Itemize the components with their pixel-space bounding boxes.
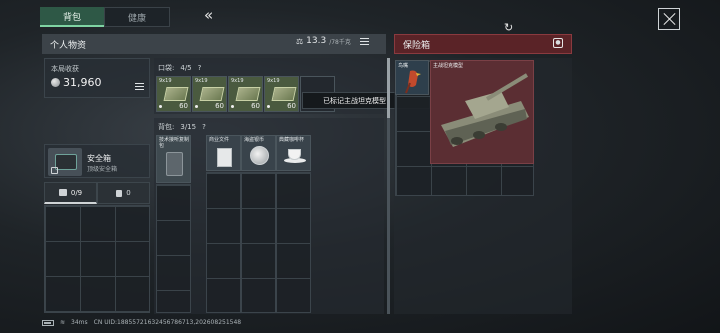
- coin-icon: [51, 78, 60, 87]
- backpack-item[interactable]: 典藏咖啡杯: [276, 135, 311, 171]
- ammo-box-icon: [199, 87, 225, 101]
- secure-container-name: 安全箱: [87, 154, 111, 163]
- collapse-chevron-icon[interactable]: «: [204, 6, 213, 24]
- item-name: 9x19: [267, 78, 280, 84]
- safe-box-item[interactable]: 鸟嘴: [395, 60, 429, 95]
- scrollbar-thumb[interactable]: [387, 58, 390, 118]
- personal-supplies-title: 个人物资: [50, 40, 87, 51]
- cup-body-icon: [288, 149, 301, 160]
- income-menu-icon[interactable]: [135, 83, 144, 90]
- ping-value: 34ms: [71, 319, 88, 326]
- item-qty: 60: [287, 102, 296, 110]
- safe-box-header: 保险箱: [394, 34, 572, 54]
- tab-health[interactable]: 健康: [104, 7, 170, 27]
- backpack-column[interactable]: [241, 172, 276, 313]
- pocket-label: 口袋:: [158, 64, 175, 72]
- scrollbar[interactable]: [387, 58, 390, 314]
- top-tabs: 背包 健康: [40, 7, 170, 27]
- tank-model-icon: [441, 73, 529, 147]
- income-value: 31,960: [63, 76, 102, 89]
- weight-max: /78千克: [329, 38, 351, 46]
- container-tab-case[interactable]: 0/9: [44, 182, 97, 204]
- weight-icon: ⚖: [296, 36, 304, 46]
- pocket-slot[interactable]: 9x19 60: [264, 76, 299, 112]
- item-name: 9x19: [231, 78, 244, 84]
- pocket-count: 4/5: [180, 64, 192, 72]
- ammo-box-icon: [271, 87, 297, 101]
- safe-box-icon: [48, 148, 82, 176]
- safe-box-title: 保险箱: [403, 40, 431, 51]
- status-bar: ≋ 34ms CN UID:18855721632456786713,20260…: [42, 319, 241, 326]
- ammo-box-icon: [235, 87, 261, 101]
- pocket-label-row: 口袋: 4/5 ?: [158, 63, 201, 73]
- backpack-column[interactable]: [156, 184, 191, 313]
- pocket-help-icon[interactable]: ?: [198, 64, 202, 72]
- item-name: 海盗银币: [244, 137, 265, 143]
- item-name: 商业文件: [209, 137, 230, 143]
- income-panel: 本局收获 31,960: [44, 58, 150, 98]
- item-qty: 60: [215, 102, 224, 110]
- trash-icon: [116, 189, 123, 197]
- item-qty: 60: [251, 102, 260, 110]
- container-tab-trash[interactable]: 0: [97, 182, 150, 204]
- pocket-slot[interactable]: 9x19 60: [192, 76, 227, 112]
- weight-value: 13.3: [306, 36, 327, 46]
- pocket-slot[interactable]: 9x19 60: [228, 76, 263, 112]
- marker-dot-icon: [231, 105, 234, 108]
- ammo-box-icon: [163, 87, 189, 101]
- refresh-icon[interactable]: ↻: [504, 21, 513, 34]
- item-qty: 60: [179, 102, 188, 110]
- case-count: 0/9: [70, 188, 83, 197]
- secure-container-slot[interactable]: 安全箱 顶级安全箱: [44, 144, 150, 178]
- backpack-help-icon[interactable]: ?: [202, 123, 206, 131]
- marker-dot-icon: [195, 105, 198, 108]
- backpack-item[interactable]: 海盗银币: [241, 135, 276, 171]
- backpack-item[interactable]: 商业文件: [206, 135, 241, 171]
- briefcase-icon: [58, 189, 67, 196]
- close-button[interactable]: [658, 8, 680, 30]
- list-menu-icon[interactable]: [359, 37, 369, 45]
- wifi-icon: ≋: [60, 319, 66, 326]
- income-label: 本局收获: [51, 65, 79, 73]
- battery-icon: [42, 319, 54, 326]
- document-icon: [217, 148, 232, 167]
- backpack-item[interactable]: 技术接听复制包: [156, 135, 191, 183]
- marker-dot-icon: [267, 105, 270, 108]
- secure-container-grade: 顶级安全箱: [87, 166, 118, 173]
- item-name: 典藏咖啡杯: [279, 137, 305, 143]
- safe-box-item[interactable]: 主战坦克模型: [430, 60, 534, 164]
- container-tabs: 0/9 0: [44, 182, 150, 204]
- uid-text: CN UID:18855721632456786713,202608251548: [93, 319, 242, 326]
- tab-backpack[interactable]: 背包: [40, 7, 104, 27]
- item-name: 9x19: [195, 78, 208, 84]
- lock-icon[interactable]: ●: [553, 38, 563, 48]
- item-name: 技术接听复制包: [159, 137, 190, 149]
- income-value-row: 31,960: [51, 76, 102, 89]
- marker-dot-icon: [159, 105, 162, 108]
- weight-indicator: ⚖ 13.3 /78千克: [296, 36, 369, 46]
- backpack-column[interactable]: [276, 172, 311, 313]
- device-icon: [166, 152, 183, 176]
- secure-container-grid[interactable]: [44, 205, 150, 313]
- parrot-icon: [405, 70, 421, 94]
- coin-item-icon: [250, 146, 269, 165]
- backpack-label-row: 背包: 3/15 ?: [158, 122, 206, 132]
- item-name: 9x19: [159, 78, 172, 84]
- pocket-slot[interactable]: 9x19 60: [156, 76, 191, 112]
- trash-count: 0: [126, 189, 131, 197]
- backpack-column[interactable]: [206, 172, 241, 313]
- backpack-count: 3/15: [180, 123, 197, 131]
- backpack-label: 背包:: [158, 123, 175, 131]
